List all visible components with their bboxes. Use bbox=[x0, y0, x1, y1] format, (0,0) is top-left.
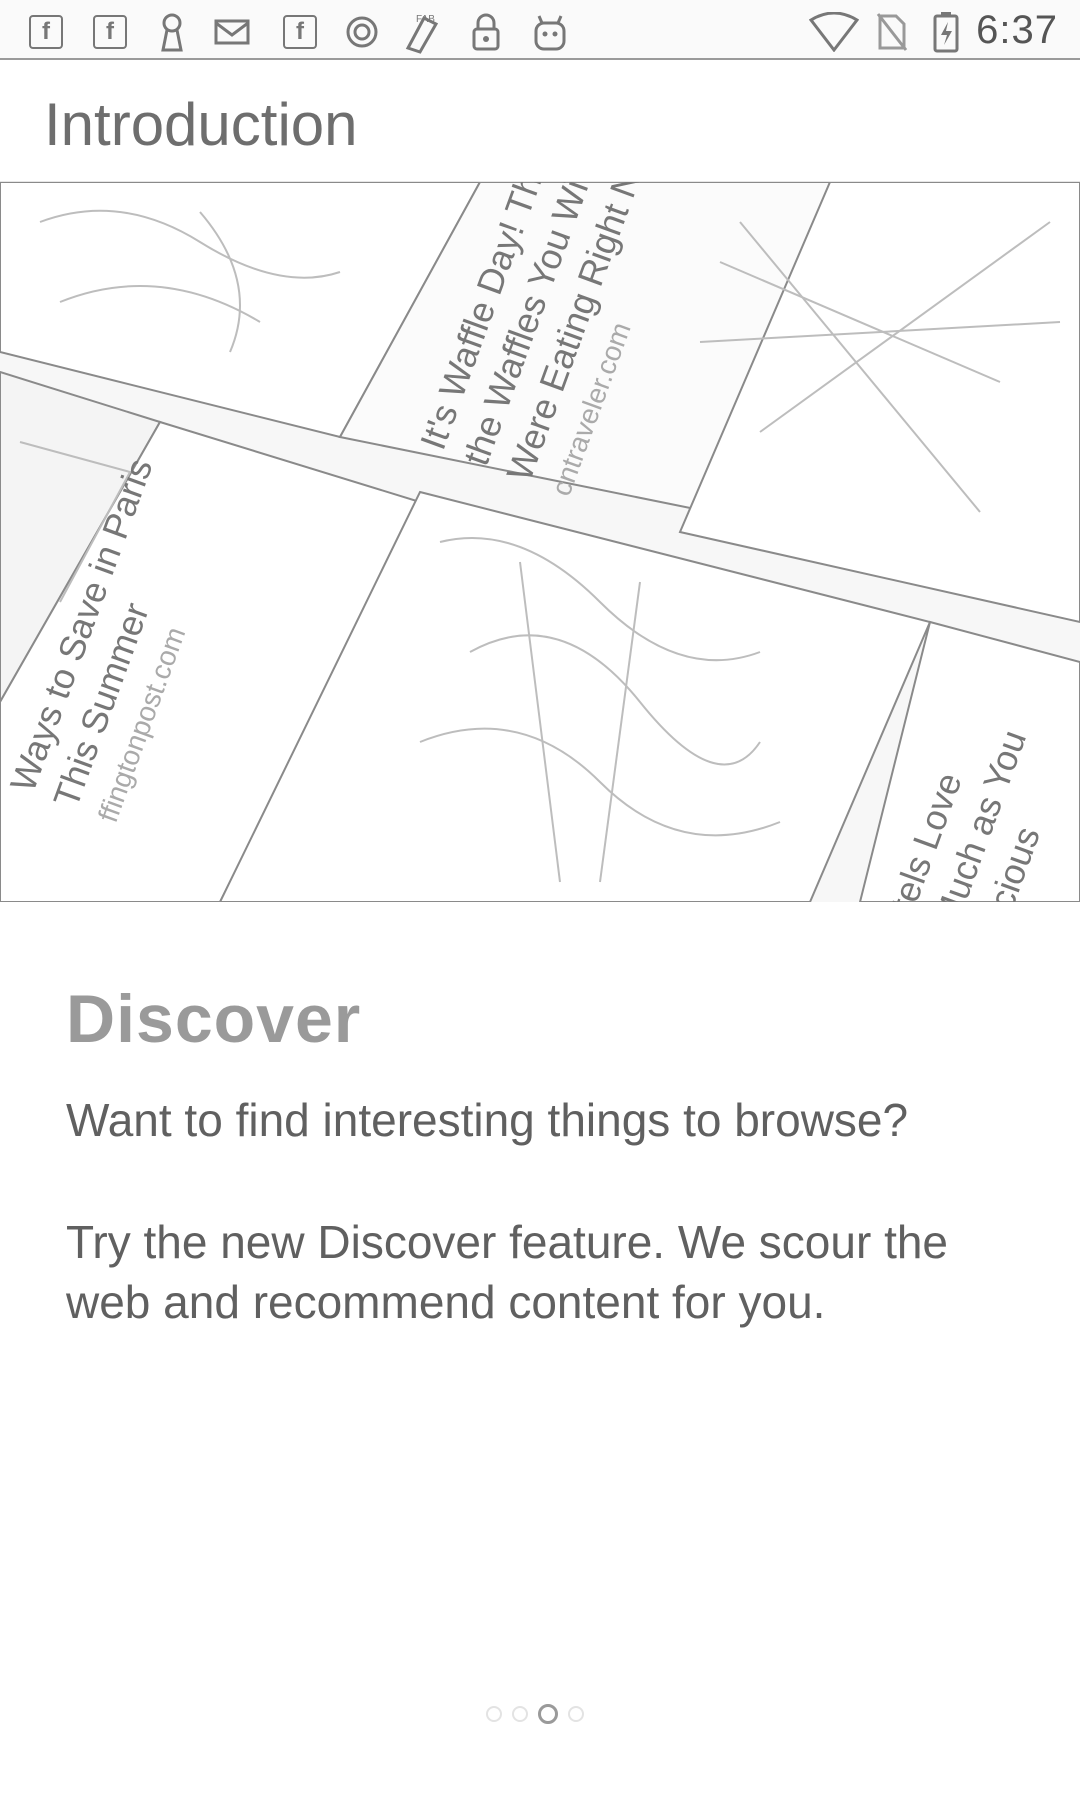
lock-icon bbox=[466, 12, 506, 52]
page-dot[interactable] bbox=[486, 1706, 502, 1722]
battery-charging-icon bbox=[926, 12, 966, 53]
section-heading: Discover bbox=[66, 981, 362, 1057]
keyhole-icon bbox=[152, 12, 192, 52]
intro-paragraph: Want to find interesting things to brows… bbox=[66, 1094, 909, 1146]
facebook-icon: f bbox=[280, 12, 320, 52]
svg-text:FAB: FAB bbox=[416, 14, 435, 25]
description-paragraph: Try the new Discover feature. We scour t… bbox=[66, 1216, 949, 1328]
page-dot-active[interactable] bbox=[538, 1704, 558, 1724]
mail-icon bbox=[212, 12, 252, 52]
app-toolbar: Introduction bbox=[0, 60, 1080, 182]
fabric-icon: FAB bbox=[402, 12, 442, 54]
page-title: Introduction bbox=[44, 91, 358, 158]
page-indicator bbox=[486, 1704, 584, 1724]
facebook-icon: f bbox=[26, 12, 66, 52]
page-dot[interactable] bbox=[512, 1706, 528, 1722]
android-icon bbox=[530, 12, 570, 52]
intro-illustration: It's Waffle Day! Th the Waffles You Wi W… bbox=[0, 182, 1080, 902]
page-dot[interactable] bbox=[568, 1706, 584, 1722]
status-bar: f f f FAB 6:37 bbox=[0, 0, 1080, 60]
wifi-icon bbox=[808, 12, 860, 52]
ring-icon bbox=[342, 12, 382, 52]
no-sim-icon bbox=[872, 12, 912, 52]
facebook-icon: f bbox=[90, 12, 130, 52]
clock: 6:37 bbox=[976, 8, 1058, 52]
